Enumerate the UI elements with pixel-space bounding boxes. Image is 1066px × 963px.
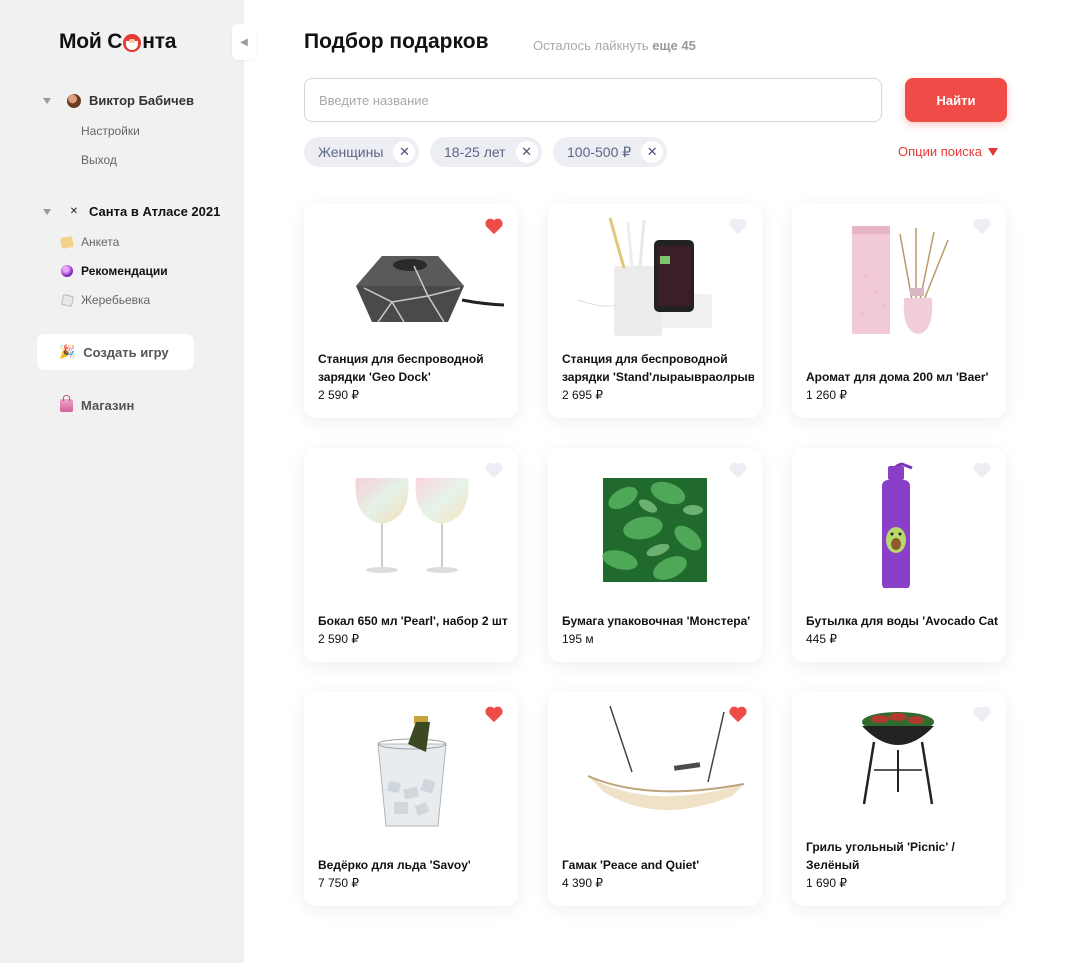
heart-icon[interactable] bbox=[972, 217, 992, 235]
page-title: Подбор подарков bbox=[304, 30, 489, 53]
heart-icon[interactable] bbox=[728, 705, 748, 723]
product-title-line: зарядки 'Stand'лыраывраолрыв bbox=[562, 370, 754, 384]
menu-item-label: Рекомендации bbox=[81, 264, 168, 278]
heart-icon[interactable] bbox=[972, 461, 992, 479]
filter-chip-price: 100-500 ₽ ✕ bbox=[553, 137, 668, 167]
heart-icon[interactable] bbox=[484, 217, 504, 235]
product-card[interactable]: Бутылка для воды 'Avocado Cat' 445 ₽ bbox=[792, 448, 1006, 662]
likes-remaining-label: Осталось лайкнуть bbox=[533, 38, 649, 53]
product-card[interactable]: Бокал 650 мл 'Pearl', набор 2 шт 2 590 ₽ bbox=[304, 448, 518, 662]
product-price: 1 690 ₽ bbox=[806, 876, 847, 890]
product-price: 195 м bbox=[562, 632, 594, 646]
menu-item-label: Жеребьевка bbox=[81, 293, 151, 307]
product-title-line: Ведёрко для льда 'Savoy' bbox=[318, 858, 471, 872]
product-title-line: Станция для беспроводной bbox=[318, 352, 484, 366]
product-title-line: Гамак 'Peace and Quiet' bbox=[562, 858, 700, 872]
filter-chip-label: Женщины bbox=[318, 144, 384, 160]
user-name: Виктор Бабичев bbox=[89, 93, 194, 108]
product-price: 2 590 ₽ bbox=[318, 632, 359, 646]
filter-chip-age: 18-25 лет ✕ bbox=[430, 137, 542, 167]
sidebar: Мой Снта Виктор Бабичев Настройки Выход … bbox=[0, 0, 244, 963]
product-card[interactable]: Гамак 'Peace and Quiet' 4 390 ₽ bbox=[548, 692, 762, 906]
filter-chip-label: 100-500 ₽ bbox=[567, 143, 632, 160]
product-title-line: Бутылка для воды 'Avocado Cat' bbox=[806, 614, 998, 628]
settings-link[interactable]: Настройки bbox=[81, 124, 140, 138]
chevron-left-icon: ◀ bbox=[240, 36, 248, 48]
product-price: 2 590 ₽ bbox=[318, 388, 359, 402]
app-logo[interactable]: Мой С нта bbox=[59, 30, 176, 54]
product-title-line: Аромат для дома 200 мл 'Baer' bbox=[806, 370, 989, 384]
party-popper-icon: 🎉 bbox=[59, 344, 76, 359]
product-card[interactable]: Гриль угольный 'Picnic' / Зелёный 1 690 … bbox=[792, 692, 1006, 906]
product-price: 4 390 ₽ bbox=[562, 876, 603, 890]
user-menu[interactable]: Виктор Бабичев bbox=[43, 93, 194, 108]
likes-remaining: Осталось лайкнуть еще 45 bbox=[533, 38, 696, 53]
shopping-bag-icon bbox=[60, 395, 73, 412]
search-input[interactable] bbox=[304, 78, 882, 122]
heart-icon[interactable] bbox=[728, 461, 748, 479]
heart-icon[interactable] bbox=[484, 705, 504, 723]
dice-icon bbox=[60, 293, 74, 307]
collapse-sidebar-button[interactable]: ◀ bbox=[232, 24, 256, 60]
shop-link[interactable]: Магазин bbox=[60, 395, 135, 413]
shop-label: Магазин bbox=[81, 398, 135, 413]
product-card[interactable]: Аромат для дома 200 мл 'Baer' 1 260 ₽ bbox=[792, 204, 1006, 418]
create-game-button[interactable]: 🎉 Создать игру bbox=[37, 334, 194, 370]
logo-text-end: нта bbox=[142, 30, 177, 53]
caret-down-icon bbox=[987, 147, 998, 156]
product-price: 1 260 ₽ bbox=[806, 388, 847, 402]
product-title-line: Бокал 650 мл 'Pearl', набор 2 шт bbox=[318, 614, 508, 628]
game-menu[interactable]: ✕ Санта в Атласе 2021 bbox=[43, 204, 220, 219]
santa-hat-icon bbox=[123, 34, 142, 52]
heart-icon[interactable] bbox=[728, 217, 748, 235]
heart-icon[interactable] bbox=[972, 705, 992, 723]
product-price: 7 750 ₽ bbox=[318, 876, 359, 890]
product-card[interactable]: Ведёрко для льда 'Savoy' 7 750 ₽ bbox=[304, 692, 518, 906]
likes-remaining-count: еще 45 bbox=[652, 38, 696, 53]
product-title-line: Гриль угольный 'Picnic' / bbox=[806, 840, 955, 854]
product-price: 2 695 ₽ bbox=[562, 388, 603, 402]
close-icon[interactable]: ✕ bbox=[393, 141, 416, 163]
close-icon[interactable]: ✕ bbox=[641, 141, 664, 163]
product-title-line: зарядки 'Geo Dock' bbox=[318, 370, 431, 384]
notepad-icon bbox=[60, 235, 74, 249]
avatar bbox=[67, 93, 81, 108]
search-options-dropdown[interactable]: Опции поиска bbox=[898, 144, 998, 159]
find-button[interactable]: Найти bbox=[905, 78, 1007, 122]
logo-text-start: Мой С bbox=[59, 30, 123, 53]
menu-item-questionnaire[interactable]: Анкета bbox=[60, 235, 119, 249]
create-game-label: Создать игру bbox=[83, 344, 169, 360]
menu-item-recommendations[interactable]: Рекомендации bbox=[60, 264, 168, 278]
filter-chip-label: 18-25 лет bbox=[444, 144, 506, 160]
expand-triangle-icon[interactable] bbox=[43, 208, 51, 215]
product-card[interactable]: Станция для беспроводной зарядки 'Stand'… bbox=[548, 204, 762, 418]
menu-item-draw[interactable]: Жеребьевка bbox=[60, 293, 150, 307]
product-price: 445 ₽ bbox=[806, 632, 837, 646]
crystal-ball-icon bbox=[60, 264, 74, 278]
menu-item-label: Анкета bbox=[81, 235, 120, 249]
product-title-line: Станция для беспроводной bbox=[562, 352, 728, 366]
close-icon[interactable]: ✕ bbox=[515, 141, 538, 163]
game-name: Санта в Атласе 2021 bbox=[89, 204, 221, 219]
product-title-line: Зелёный bbox=[806, 858, 860, 872]
logout-link[interactable]: Выход bbox=[81, 153, 117, 167]
filter-chip-gender: Женщины ✕ bbox=[304, 137, 420, 167]
product-card[interactable]: Станция для беспроводной зарядки 'Geo Do… bbox=[304, 204, 518, 418]
product-card[interactable]: Бумага упаковочная 'Монстера' 195 м bbox=[548, 448, 762, 662]
heart-icon[interactable] bbox=[484, 461, 504, 479]
search-options-label: Опции поиска bbox=[898, 144, 982, 159]
product-title-line: Бумага упаковочная 'Монстера' bbox=[562, 614, 751, 628]
game-logo-icon: ✕ bbox=[69, 206, 79, 217]
expand-triangle-icon[interactable] bbox=[43, 97, 51, 104]
